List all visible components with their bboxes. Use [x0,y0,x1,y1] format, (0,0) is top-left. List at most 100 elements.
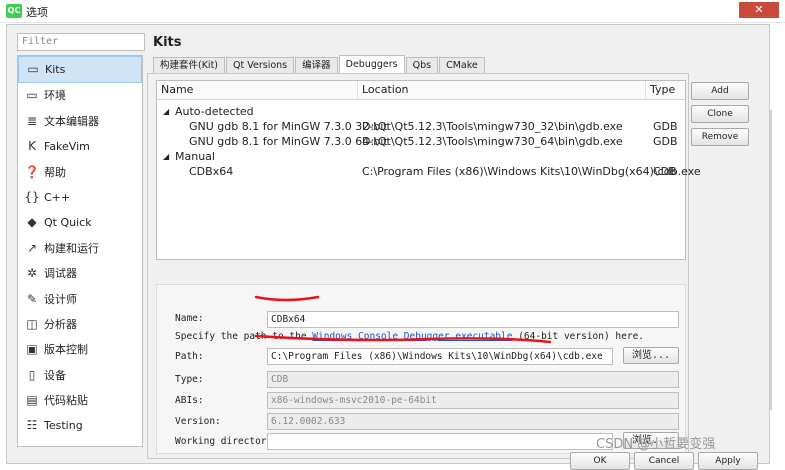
path-browse-button[interactable]: 浏览... [623,347,679,364]
debugger-name: GNU gdb 8.1 for MinGW 7.3.0 32-bit [189,120,388,133]
sidebar-item-qt-quick[interactable]: ◆ Qt Quick [18,210,142,235]
sidebar-item-文本编辑器[interactable]: ≣ 文本编辑器 [18,109,142,134]
abis-label: ABIs: [175,395,204,406]
title-bar: QC 选项 ✕ [0,0,785,23]
sidebar-item-label: Kits [45,63,66,76]
sidebar-item-c++[interactable]: {} C++ [18,185,142,210]
sidebar-item-label: 调试器 [44,267,77,281]
tab-4[interactable]: Qbs [405,57,439,74]
apply-button[interactable]: Apply [698,452,758,470]
path-hint-text: Specify the path to the Windows Console … [175,331,644,342]
version-label: Version: [175,416,221,427]
filter-input[interactable]: Filter [17,33,145,51]
column-header-type[interactable]: Type [646,81,684,99]
sidebar-item-label: FakeVim [44,140,90,154]
testing-icon: ☷ [26,418,38,433]
monitor-icon: ▭ [26,88,38,103]
sidebar-item-版本控制[interactable]: ▣ 版本控制 [18,337,142,362]
sidebar-item-调试器[interactable]: ✲ 调试器 [18,261,142,286]
page-title: Kits [153,35,182,50]
group-row-manual[interactable]: ◢ Manual [157,149,685,164]
sidebar-item-kits[interactable]: ▭ Kits [18,56,142,84]
table-row[interactable]: GNU gdb 8.1 for MinGW 7.3.0 64-bit D:\Qt… [157,134,685,149]
sidebar-item-label: 版本控制 [44,343,88,357]
group-row-auto-detected[interactable]: ◢ Auto-detected [157,104,685,119]
sidebar-item-label: 代码粘贴 [44,394,88,408]
ok-button[interactable]: OK [570,452,630,470]
column-header-location[interactable]: Location [358,81,646,99]
expand-triangle-icon[interactable]: ◢ [163,149,169,164]
cancel-button[interactable]: Cancel [634,452,694,470]
sidebar-item-fakevim[interactable]: K FakeVim [18,134,142,159]
version-value: 6.12.0002.633 [267,413,679,430]
sidebar-item-设备[interactable]: ▯ 设备 [18,363,142,388]
remove-debugger-button[interactable]: Remove [691,128,749,146]
sidebar-item-设计师[interactable]: ✎ 设计师 [18,287,142,312]
sidebar-item-构建和运行[interactable]: ↗ 构建和运行 [18,236,142,261]
type-value: CDB [267,371,679,388]
path-label: Path: [175,351,204,362]
debugger-details-panel: Name: CDBx64 Specify the path to the Win… [156,284,686,454]
qt-creator-app-icon: QC [6,4,22,18]
sidebar-item-label: 帮助 [44,165,66,179]
sidebar-item-帮助[interactable]: ❓ 帮助 [18,160,142,185]
sidebar-item-label: 设计师 [44,292,77,306]
sidebar-item-环境[interactable]: ▭ 环境 [18,83,142,108]
debugger-type: CDB [653,165,677,178]
hint-prefix: Specify the path to the [175,331,313,342]
tab-1[interactable]: Qt Versions [226,57,295,74]
analyzer-icon: ◫ [26,316,38,331]
sidebar-item-label: Testing [44,419,83,433]
sidebar-item-label: 文本编辑器 [44,114,99,128]
type-label: Type: [175,374,204,385]
column-header-name[interactable]: Name [157,81,358,99]
background-window-edge [770,110,772,410]
sidebar-item-label: 分析器 [44,317,77,331]
group-label: Manual [175,150,215,163]
abis-value: x86-windows-msvc2010-pe-64bit [267,392,679,409]
settings-tab-bar: 构建套件(Kit) Qt Versions 编译器 Debuggers Qbs CMake [153,55,486,74]
table-row[interactable]: GNU gdb 8.1 for MinGW 7.3.0 32-bit D:\Qt… [157,119,685,134]
name-label: Name: [175,313,204,324]
device-icon: ▯ [28,367,36,382]
fakevim-icon: K [28,139,36,154]
tab-3[interactable]: Debuggers [338,55,405,74]
sidebar-item-代码粘贴[interactable]: ▤ 代码粘贴 [18,388,142,413]
add-debugger-button[interactable]: Add [691,82,749,100]
sidebar-item-分析器[interactable]: ◫ 分析器 [18,312,142,337]
clone-debugger-button[interactable]: Clone [691,105,749,123]
path-input[interactable]: C:\Program Files (x86)\Windows Kits\10\W… [267,348,613,365]
window-title: 选项 [26,6,48,19]
braces-icon: {} [24,189,40,204]
sidebar-item-label: C++ [44,190,71,204]
debugger-location: D:\Qt\Qt5.12.3\Tools\mingw730_64\bin\gdb… [362,135,623,148]
tab-0[interactable]: 构建套件(Kit) [153,57,226,74]
qtquick-icon: ◆ [27,215,37,230]
hammer-icon: ↗ [26,240,38,255]
working-directory-input[interactable] [267,433,613,450]
group-label: Auto-detected [175,105,254,118]
tab-5[interactable]: CMake [439,57,485,74]
monitor-icon: ▭ [27,62,39,76]
table-row[interactable]: CDBx64 C:\Program Files (x86)\Windows Ki… [157,164,701,179]
tab-2[interactable]: 编译器 [295,57,338,74]
hint-suffix: (64-bit version) here. [512,331,645,342]
expand-triangle-icon[interactable]: ◢ [163,104,169,119]
table-header: Name Location Type [157,81,685,100]
paste-icon: ▤ [26,393,38,408]
sidebar-item-label: Qt Quick [44,216,92,230]
windows-console-debugger-link[interactable]: Windows Console Debugger executable [312,331,512,342]
debugger-location: D:\Qt\Qt5.12.3\Tools\mingw730_32\bin\gdb… [362,120,623,133]
options-dialog: Filter ▭ Kits ▭ 环境 ≣ 文本编辑器 K FakeVim ❓ 帮助 {} C++ ◆ Qt… [6,24,770,464]
sidebar-item-testing[interactable]: ☷ Testing [18,413,142,438]
debugger-name: GNU gdb 8.1 for MinGW 7.3.0 64-bit [189,135,388,148]
sidebar-item-label: 构建和运行 [44,241,99,255]
version-control-icon: ▣ [26,342,38,357]
debugger-type: GDB [653,135,678,148]
debugger-table: Name Location Type ◢ Auto-detected GNU g… [156,80,701,260]
options-sidebar: ▭ Kits ▭ 环境 ≣ 文本编辑器 K FakeVim ❓ 帮助 {} C++ ◆ Qt Quick ↗… [17,55,143,447]
debugger-name: CDBx64 [189,165,234,178]
bug-icon: ✲ [26,266,38,281]
name-input[interactable]: CDBx64 [267,311,679,328]
close-window-button[interactable]: ✕ [739,2,779,18]
